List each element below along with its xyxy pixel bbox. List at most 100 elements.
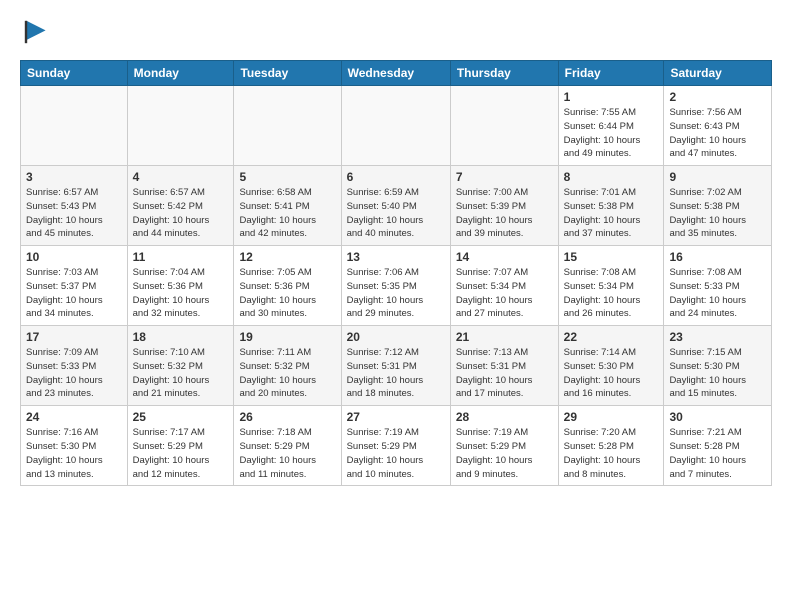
calendar-cell: 4 Sunrise: 6:57 AM Sunset: 5:42 PM Daylig… — [127, 166, 234, 246]
calendar-cell — [127, 86, 234, 166]
calendar-header-row: SundayMondayTuesdayWednesdayThursdayFrid… — [21, 61, 772, 86]
calendar-cell: 8 Sunrise: 7:01 AM Sunset: 5:38 PM Daylig… — [558, 166, 664, 246]
calendar-cell: 3Sunrise: 6:57 AM Sunset: 5:43 PM Daylig… — [21, 166, 128, 246]
day-number: 19 — [239, 330, 335, 344]
calendar-cell: 16 Sunrise: 7:08 AM Sunset: 5:33 PM Dayli… — [664, 246, 772, 326]
calendar-week-row: 24 Sunrise: 7:16 AM Sunset: 5:30 PM Dayli… — [21, 406, 772, 486]
calendar-cell: 25Sunrise: 7:17 AM Sunset: 5:29 PM Dayli… — [127, 406, 234, 486]
day-number: 25 — [133, 410, 229, 424]
day-info: Sunrise: 7:16 AM Sunset: 5:30 PM Dayligh… — [26, 426, 122, 481]
page: SundayMondayTuesdayWednesdayThursdayFrid… — [0, 0, 792, 496]
calendar-cell: 5 Sunrise: 6:58 AM Sunset: 5:41 PM Daylig… — [234, 166, 341, 246]
day-number: 23 — [669, 330, 766, 344]
calendar-cell: 1Sunrise: 7:55 AM Sunset: 6:44 PM Daylig… — [558, 86, 664, 166]
calendar-cell: 12Sunrise: 7:05 AM Sunset: 5:36 PM Dayli… — [234, 246, 341, 326]
calendar-week-row: 17Sunrise: 7:09 AM Sunset: 5:33 PM Dayli… — [21, 326, 772, 406]
day-number: 26 — [239, 410, 335, 424]
day-number: 3 — [26, 170, 122, 184]
calendar-cell: 14 Sunrise: 7:07 AM Sunset: 5:34 PM Dayli… — [450, 246, 558, 326]
calendar-cell: 13 Sunrise: 7:06 AM Sunset: 5:35 PM Dayli… — [341, 246, 450, 326]
day-info: Sunrise: 7:14 AM Sunset: 5:30 PM Dayligh… — [564, 346, 659, 401]
day-info: Sunrise: 7:19 AM Sunset: 5:29 PM Dayligh… — [347, 426, 445, 481]
calendar-cell: 28Sunrise: 7:19 AM Sunset: 5:29 PM Dayli… — [450, 406, 558, 486]
day-info: Sunrise: 6:57 AM Sunset: 5:42 PM Dayligh… — [133, 186, 229, 241]
day-number: 22 — [564, 330, 659, 344]
calendar-day-header: Tuesday — [234, 61, 341, 86]
day-info: Sunrise: 7:21 AM Sunset: 5:28 PM Dayligh… — [669, 426, 766, 481]
day-number: 18 — [133, 330, 229, 344]
calendar-day-header: Monday — [127, 61, 234, 86]
day-number: 8 — [564, 170, 659, 184]
day-number: 10 — [26, 250, 122, 264]
logo — [20, 16, 56, 48]
day-number: 14 — [456, 250, 553, 264]
day-info: Sunrise: 7:11 AM Sunset: 5:32 PM Dayligh… — [239, 346, 335, 401]
day-info: Sunrise: 7:18 AM Sunset: 5:29 PM Dayligh… — [239, 426, 335, 481]
day-number: 4 — [133, 170, 229, 184]
day-info: Sunrise: 7:15 AM Sunset: 5:30 PM Dayligh… — [669, 346, 766, 401]
calendar-cell: 29 Sunrise: 7:20 AM Sunset: 5:28 PM Dayli… — [558, 406, 664, 486]
calendar-cell: 6 Sunrise: 6:59 AM Sunset: 5:40 PM Daylig… — [341, 166, 450, 246]
calendar-cell: 19 Sunrise: 7:11 AM Sunset: 5:32 PM Dayli… — [234, 326, 341, 406]
day-info: Sunrise: 7:08 AM Sunset: 5:33 PM Dayligh… — [669, 266, 766, 321]
calendar-cell — [21, 86, 128, 166]
calendar-week-row: 1Sunrise: 7:55 AM Sunset: 6:44 PM Daylig… — [21, 86, 772, 166]
day-info: Sunrise: 7:08 AM Sunset: 5:34 PM Dayligh… — [564, 266, 659, 321]
day-number: 7 — [456, 170, 553, 184]
calendar-cell: 9Sunrise: 7:02 AM Sunset: 5:38 PM Daylig… — [664, 166, 772, 246]
day-number: 24 — [26, 410, 122, 424]
calendar-cell — [341, 86, 450, 166]
day-info: Sunrise: 7:20 AM Sunset: 5:28 PM Dayligh… — [564, 426, 659, 481]
calendar-day-header: Wednesday — [341, 61, 450, 86]
calendar-cell — [450, 86, 558, 166]
calendar-cell: 24 Sunrise: 7:16 AM Sunset: 5:30 PM Dayli… — [21, 406, 128, 486]
calendar-cell: 30Sunrise: 7:21 AM Sunset: 5:28 PM Dayli… — [664, 406, 772, 486]
day-number: 15 — [564, 250, 659, 264]
day-info: Sunrise: 6:58 AM Sunset: 5:41 PM Dayligh… — [239, 186, 335, 241]
calendar-cell: 23 Sunrise: 7:15 AM Sunset: 5:30 PM Dayli… — [664, 326, 772, 406]
calendar-cell: 15 Sunrise: 7:08 AM Sunset: 5:34 PM Dayli… — [558, 246, 664, 326]
day-number: 6 — [347, 170, 445, 184]
day-number: 5 — [239, 170, 335, 184]
day-info: Sunrise: 7:02 AM Sunset: 5:38 PM Dayligh… — [669, 186, 766, 241]
day-info: Sunrise: 7:12 AM Sunset: 5:31 PM Dayligh… — [347, 346, 445, 401]
day-info: Sunrise: 7:19 AM Sunset: 5:29 PM Dayligh… — [456, 426, 553, 481]
logo-icon — [20, 16, 52, 48]
day-info: Sunrise: 7:07 AM Sunset: 5:34 PM Dayligh… — [456, 266, 553, 321]
calendar-cell: 20 Sunrise: 7:12 AM Sunset: 5:31 PM Dayli… — [341, 326, 450, 406]
day-number: 11 — [133, 250, 229, 264]
calendar-cell: 7Sunrise: 7:00 AM Sunset: 5:39 PM Daylig… — [450, 166, 558, 246]
calendar-cell: 27 Sunrise: 7:19 AM Sunset: 5:29 PM Dayli… — [341, 406, 450, 486]
calendar-cell: 10 Sunrise: 7:03 AM Sunset: 5:37 PM Dayli… — [21, 246, 128, 326]
day-number: 20 — [347, 330, 445, 344]
day-info: Sunrise: 7:55 AM Sunset: 6:44 PM Dayligh… — [564, 106, 659, 161]
calendar-cell — [234, 86, 341, 166]
calendar-cell: 22 Sunrise: 7:14 AM Sunset: 5:30 PM Dayli… — [558, 326, 664, 406]
day-number: 13 — [347, 250, 445, 264]
day-info: Sunrise: 7:56 AM Sunset: 6:43 PM Dayligh… — [669, 106, 766, 161]
day-number: 16 — [669, 250, 766, 264]
calendar-cell: 21 Sunrise: 7:13 AM Sunset: 5:31 PM Dayli… — [450, 326, 558, 406]
day-number: 12 — [239, 250, 335, 264]
day-info: Sunrise: 7:03 AM Sunset: 5:37 PM Dayligh… — [26, 266, 122, 321]
day-number: 27 — [347, 410, 445, 424]
calendar-week-row: 3Sunrise: 6:57 AM Sunset: 5:43 PM Daylig… — [21, 166, 772, 246]
calendar-cell: 2 Sunrise: 7:56 AM Sunset: 6:43 PM Daylig… — [664, 86, 772, 166]
calendar-cell: 26 Sunrise: 7:18 AM Sunset: 5:29 PM Dayli… — [234, 406, 341, 486]
day-number: 2 — [669, 90, 766, 104]
day-info: Sunrise: 7:06 AM Sunset: 5:35 PM Dayligh… — [347, 266, 445, 321]
day-info: Sunrise: 7:09 AM Sunset: 5:33 PM Dayligh… — [26, 346, 122, 401]
calendar-cell: 11 Sunrise: 7:04 AM Sunset: 5:36 PM Dayli… — [127, 246, 234, 326]
day-info: Sunrise: 7:01 AM Sunset: 5:38 PM Dayligh… — [564, 186, 659, 241]
day-info: Sunrise: 7:13 AM Sunset: 5:31 PM Dayligh… — [456, 346, 553, 401]
day-info: Sunrise: 7:10 AM Sunset: 5:32 PM Dayligh… — [133, 346, 229, 401]
calendar-day-header: Thursday — [450, 61, 558, 86]
day-info: Sunrise: 7:04 AM Sunset: 5:36 PM Dayligh… — [133, 266, 229, 321]
calendar-day-header: Friday — [558, 61, 664, 86]
day-info: Sunrise: 6:59 AM Sunset: 5:40 PM Dayligh… — [347, 186, 445, 241]
day-number: 29 — [564, 410, 659, 424]
calendar: SundayMondayTuesdayWednesdayThursdayFrid… — [20, 60, 772, 486]
day-number: 21 — [456, 330, 553, 344]
calendar-cell: 18 Sunrise: 7:10 AM Sunset: 5:32 PM Dayli… — [127, 326, 234, 406]
calendar-cell: 17Sunrise: 7:09 AM Sunset: 5:33 PM Dayli… — [21, 326, 128, 406]
